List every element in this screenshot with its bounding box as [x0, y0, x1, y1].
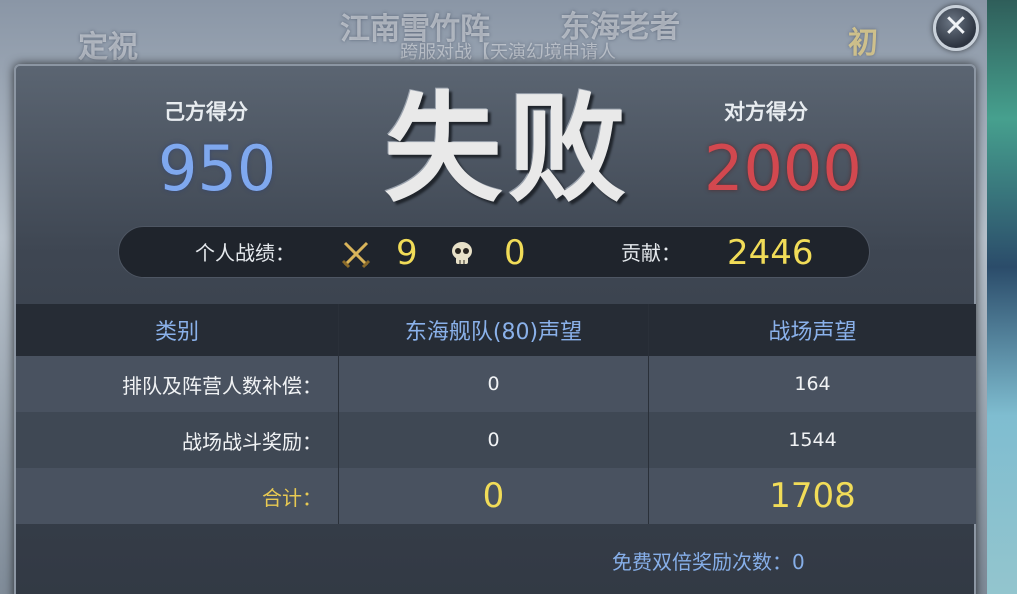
row-battlefield-rep: 164 — [648, 356, 976, 412]
row-battlefield-rep: 1544 — [648, 412, 976, 468]
table-total-row: 合计： 0 1708 — [16, 468, 976, 524]
result-title: 失败 — [383, 79, 632, 218]
table-row: 战场战斗奖励： 0 1544 — [16, 412, 976, 468]
total-fleet-rep: 0 — [338, 468, 648, 524]
my-score: 950 — [158, 132, 277, 205]
table-header: 类别 东海舰队(80)声望 战场声望 — [16, 304, 976, 356]
row-fleet-rep: 0 — [338, 356, 648, 412]
contribution-value: 2446 — [727, 233, 814, 273]
enemy-score: 2000 — [704, 132, 862, 205]
enemy-score-label: 对方得分 — [724, 100, 808, 124]
row-category: 排队及阵营人数补偿： — [122, 373, 322, 398]
total-battlefield-rep: 1708 — [648, 468, 976, 524]
bg-subtitle: 跨服对战【天演幻境申请人 — [400, 42, 616, 63]
personal-stats-label: 个人战绩： — [195, 241, 295, 265]
kills-count: 9 — [396, 233, 418, 273]
header-fleet-rep: 东海舰队(80)声望 — [338, 304, 648, 356]
close-button[interactable]: ✕ — [933, 5, 979, 51]
free-double-reward-count: 免费双倍奖励次数：0 — [612, 550, 805, 574]
my-score-label: 己方得分 — [164, 100, 248, 124]
row-fleet-rep: 0 — [338, 412, 648, 468]
header-battlefield-rep: 战场声望 — [648, 304, 976, 356]
bg-top-right-text: 初 — [848, 26, 878, 61]
row-category: 战场战斗奖励： — [182, 429, 322, 454]
close-icon: ✕ — [943, 9, 969, 44]
bg-scenery-strip — [987, 0, 1017, 594]
bg-player-name: 定祝 — [78, 30, 138, 65]
skull-icon — [447, 239, 477, 269]
crossed-swords-icon — [341, 239, 371, 269]
deaths-count: 0 — [504, 233, 526, 273]
header-category: 类别 — [154, 320, 199, 345]
total-label: 合计： — [262, 485, 322, 510]
personal-stats-bar: 个人战绩： 9 0 贡献： 2446 — [118, 226, 870, 278]
contribution-label: 贡献： — [621, 241, 681, 265]
table-row: 排队及阵营人数补偿： 0 164 — [16, 356, 976, 412]
